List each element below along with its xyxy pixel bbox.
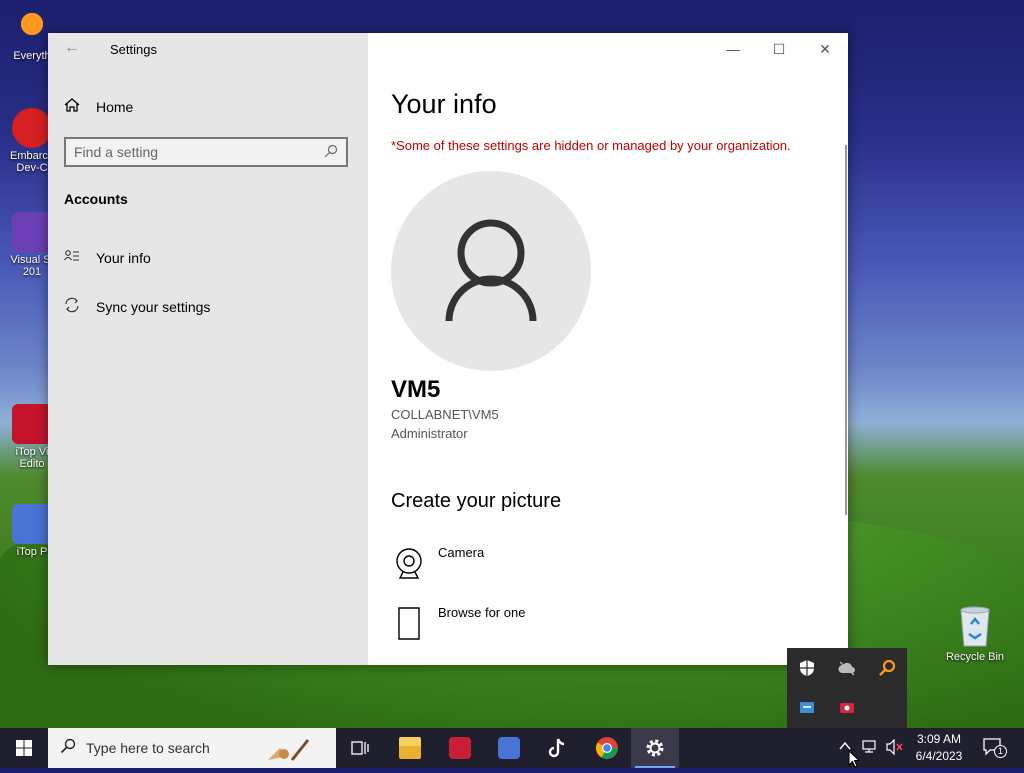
itop-pdf-app-icon — [498, 737, 520, 759]
notification-center-icon[interactable]: 1 — [982, 737, 1007, 760]
home-icon — [64, 97, 84, 116]
taskbar-file-explorer[interactable] — [386, 728, 434, 768]
search-placeholder: Find a setting — [74, 144, 159, 160]
browse-option[interactable]: Browse for one — [391, 605, 525, 641]
sidebar-item-label: Your info — [96, 249, 151, 266]
file-icon — [391, 605, 427, 641]
itop-pdf-icon — [12, 504, 52, 544]
sidebar-item-sync-settings[interactable]: Sync your settings — [64, 297, 210, 316]
network-icon[interactable] — [862, 739, 880, 758]
managed-warning: *Some of these settings are hidden or ma… — [391, 138, 791, 153]
nav-home[interactable]: Home — [64, 97, 133, 116]
taskbar-itop-pdf[interactable] — [485, 728, 533, 768]
taskbar-screen-recorder[interactable] — [436, 728, 484, 768]
windows-logo-icon — [16, 740, 32, 756]
your-info-content: Your info *Some of these settings are hi… — [391, 33, 831, 665]
chrome-icon — [596, 737, 618, 759]
search-highlight-icon — [266, 734, 312, 767]
camera-option[interactable]: Camera — [391, 545, 484, 581]
sidebar-item-label: Sync your settings — [96, 298, 211, 315]
nav-home-label: Home — [96, 98, 134, 115]
start-button[interactable] — [0, 728, 48, 768]
visual-studio-icon — [12, 212, 52, 252]
create-picture-title: Create your picture — [391, 490, 562, 512]
sync-icon — [64, 297, 84, 316]
settings-window: Home Find a setting Accounts Your info S… — [48, 33, 848, 665]
content-scrollbar[interactable] — [845, 145, 847, 515]
taskbar-tiktok[interactable] — [533, 728, 581, 768]
taskbar-search-placeholder: Type here to search — [86, 740, 210, 756]
security-shield-icon[interactable] — [798, 659, 816, 677]
camera-label: Camera — [438, 545, 485, 560]
devcpp-icon — [12, 108, 52, 148]
taskbar-settings[interactable] — [631, 728, 679, 768]
settings-search-input[interactable]: Find a setting — [64, 137, 348, 167]
screen-recorder-app-icon — [449, 737, 471, 759]
everything-search-icon — [12, 8, 52, 48]
remote-desktop-icon[interactable] — [798, 699, 816, 717]
recycle-bin-icon — [960, 606, 990, 647]
screen-recorder-icon[interactable] — [838, 699, 856, 717]
desktop-icon-recycle-bin[interactable]: Recycle Bin — [940, 602, 1010, 663]
sidebar-item-your-info[interactable]: Your info — [64, 249, 151, 266]
clock-date: 6/4/2023 — [915, 749, 963, 763]
person-list-icon — [64, 249, 84, 266]
gear-icon — [646, 739, 664, 757]
user-name: VM5 — [391, 376, 441, 403]
mouse-cursor-icon — [848, 749, 861, 773]
page-title: Your info — [391, 89, 497, 119]
taskbar-search-box[interactable]: Type here to search — [48, 728, 336, 768]
task-view-button[interactable] — [336, 728, 384, 768]
avatar — [391, 171, 591, 371]
itop-video-editor-icon — [12, 404, 52, 444]
browse-label: Browse for one — [438, 605, 526, 620]
sidebar-section-accounts: Accounts — [64, 191, 128, 207]
search-icon — [60, 738, 76, 759]
back-arrow-icon[interactable]: ← — [64, 39, 80, 57]
tray-overflow-popup — [787, 648, 907, 728]
cloud-offline-icon[interactable] — [838, 659, 856, 677]
account-role: Administrator — [391, 426, 468, 441]
taskbar: Type here to search 3:09 AM 6/4/2023 1 — [0, 728, 1024, 768]
clock-time: 3:09 AM — [916, 732, 962, 746]
task-view-icon — [351, 741, 369, 755]
camera-icon — [391, 545, 427, 581]
window-title: Settings — [110, 42, 157, 57]
user-silhouette-icon — [445, 219, 537, 322]
everything-search-tray-icon[interactable] — [878, 659, 896, 677]
account-path: COLLABNET\VM5 — [391, 407, 499, 422]
recycle-bin-label: Recycle Bin — [945, 651, 1005, 663]
settings-sidebar: Home Find a setting Accounts Your info S… — [48, 33, 368, 665]
tiktok-icon — [548, 738, 565, 758]
taskbar-clock[interactable]: 3:09 AM 6/4/2023 — [908, 731, 970, 765]
search-icon — [324, 144, 338, 161]
taskbar-chrome[interactable] — [583, 728, 631, 768]
volume-muted-icon[interactable] — [886, 738, 904, 758]
folder-icon — [399, 737, 421, 759]
notification-count-badge: 1 — [994, 745, 1007, 758]
